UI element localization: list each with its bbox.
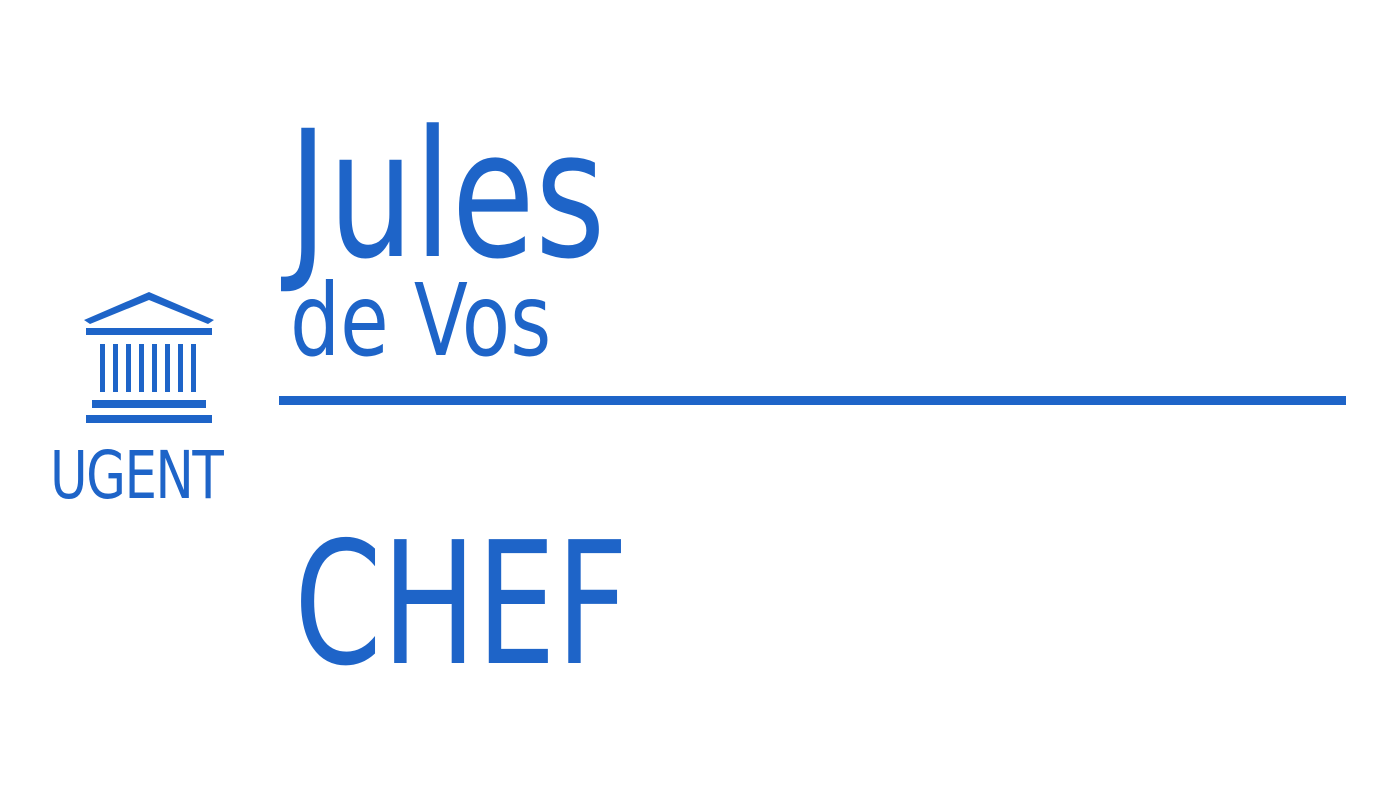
university-logo: UGENT <box>50 290 250 520</box>
first-name: Jules <box>288 93 606 298</box>
last-name: de Vos <box>290 262 552 379</box>
name-badge: UGENT Jules de Vos CHEF <box>0 0 1400 800</box>
divider <box>279 396 1346 405</box>
role-title: CHEF <box>294 506 629 704</box>
logo-text: UGENT <box>50 437 224 514</box>
building-columns-icon <box>84 292 214 423</box>
